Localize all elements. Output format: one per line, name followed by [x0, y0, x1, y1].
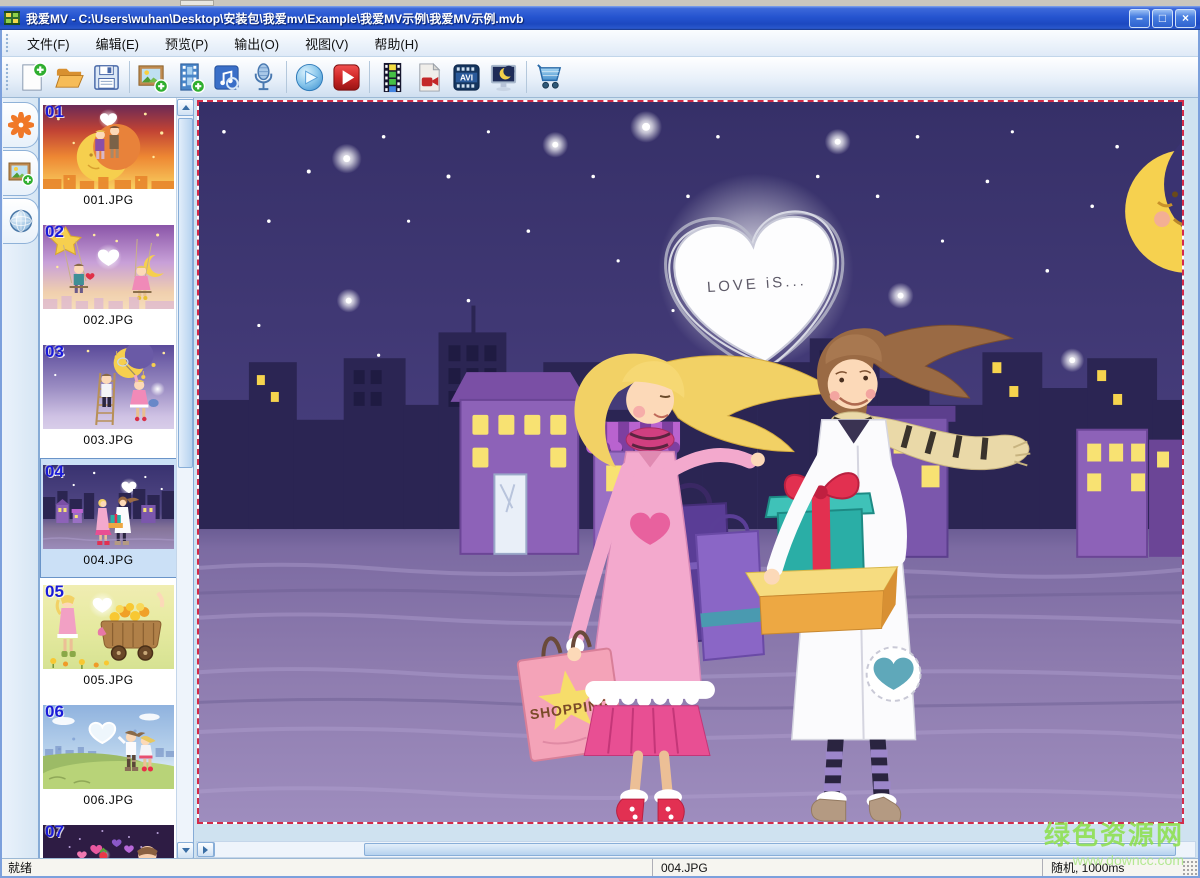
shopping-cart-icon — [534, 62, 565, 93]
thumbnail-scrollbar[interactable] — [176, 98, 193, 860]
new-project-button[interactable] — [14, 59, 51, 96]
toolbar-separator — [286, 61, 287, 93]
app-window: 我爱MV - C:\Users\wuhan\Desktop\安装包\我爱mv\E… — [0, 0, 1200, 878]
status-transition-info: 随机, 1000ms — [1042, 859, 1182, 876]
thumbnail-item-6[interactable]: 06 — [40, 698, 177, 818]
filmstrip-button[interactable] — [374, 59, 411, 96]
thumbnail-filename: 005.JPG — [41, 673, 176, 687]
arrow-down-icon — [182, 848, 190, 853]
toolbar-grip[interactable] — [5, 63, 10, 91]
thumbnail-number: 03 — [45, 342, 64, 362]
open-project-button[interactable] — [51, 59, 88, 96]
avi-label: AVI — [460, 73, 473, 82]
scroll-right-button[interactable] — [197, 842, 214, 857]
menu-edit[interactable]: 编辑(E) — [83, 30, 152, 57]
fullscreen-play-button[interactable] — [328, 59, 365, 96]
avi-icon: AVI — [451, 62, 482, 93]
preview-image-004: LOVE iS... — [199, 102, 1182, 822]
thumbnail-filename: 001.JPG — [41, 193, 176, 207]
thumbnail-filename: 004.JPG — [41, 553, 176, 567]
thumbnail-number: 06 — [45, 702, 64, 722]
window-title: 我爱MV - C:\Users\wuhan\Desktop\安装包\我爱mv\E… — [26, 10, 1129, 27]
new-project-icon — [17, 62, 48, 93]
screensaver-button[interactable] — [485, 59, 522, 96]
sunburst-icon — [8, 112, 34, 138]
microphone-icon — [248, 62, 279, 93]
shop-cart-button[interactable] — [531, 59, 568, 96]
preview-area: LOVE iS... — [194, 98, 1198, 860]
preview-hscrollbar[interactable] — [196, 841, 1196, 858]
app-icon — [4, 10, 20, 26]
arrow-right-icon — [203, 846, 208, 854]
thumbnail-filename: 003.JPG — [41, 433, 176, 447]
toolbar-separator — [526, 61, 527, 93]
play-preview-icon — [294, 62, 325, 93]
titlebar: 我爱MV - C:\Users\wuhan\Desktop\安装包\我爱mv\E… — [0, 6, 1200, 30]
add-music-button[interactable] — [208, 59, 245, 96]
tab-transition-effects[interactable] — [3, 102, 39, 148]
thumbnail-number: 05 — [45, 582, 64, 602]
globe-icon — [8, 208, 34, 234]
play-fullscreen-icon — [331, 62, 362, 93]
close-button[interactable]: × — [1175, 9, 1196, 28]
thumbnail-item-1[interactable]: 01 001.JPG — [40, 98, 177, 218]
scroll-up-button[interactable] — [177, 99, 194, 116]
toolbar-separator — [369, 61, 370, 93]
menu-preview[interactable]: 预览(P) — [152, 30, 221, 57]
thumbnail-filename: 002.JPG — [41, 313, 176, 327]
thumbnail-item-5[interactable]: 05 005.JPG — [40, 578, 177, 698]
add-image-button[interactable] — [134, 59, 171, 96]
thumbnail-number: 01 — [45, 102, 64, 122]
resize-grip[interactable] — [1182, 859, 1198, 876]
thumbnail-number: 04 — [45, 462, 64, 482]
scrollbar-thumb[interactable] — [178, 118, 193, 468]
thumbnail-number: 02 — [45, 222, 64, 242]
maximize-button[interactable]: □ — [1152, 9, 1173, 28]
save-project-button[interactable] — [88, 59, 125, 96]
tab-photo-library[interactable] — [3, 150, 39, 196]
hscrollbar-thumb[interactable] — [364, 843, 1176, 856]
menubar: 文件(F) 编辑(E) 预览(P) 输出(O) 视图(V) 帮助(H) — [2, 30, 1198, 57]
minimize-button[interactable]: – — [1129, 9, 1150, 28]
save-floppy-icon — [91, 62, 122, 93]
menu-output[interactable]: 输出(O) — [221, 30, 292, 57]
thumbnail-item-2[interactable]: 02 002.JPG — [40, 218, 177, 338]
add-image-icon — [137, 62, 168, 93]
menu-file[interactable]: 文件(F) — [14, 30, 83, 57]
side-tabstrip — [2, 98, 40, 860]
export-avi-button[interactable]: AVI — [448, 59, 485, 96]
preview-play-button[interactable] — [291, 59, 328, 96]
status-current-file: 004.JPG — [652, 859, 1042, 876]
toolbar: AVI — [2, 57, 1198, 98]
music-book-icon — [211, 62, 242, 93]
tab-web-globe[interactable] — [3, 198, 39, 244]
record-audio-button[interactable] — [245, 59, 282, 96]
menu-help[interactable]: 帮助(H) — [361, 30, 431, 57]
thumbnail-list: 01 001.JPG — [40, 98, 177, 860]
menubar-grip[interactable] — [5, 33, 10, 53]
menu-view[interactable]: 视图(V) — [292, 30, 361, 57]
toolbar-separator — [129, 61, 130, 93]
screensaver-moon-icon — [488, 62, 519, 93]
main-body: 01 001.JPG — [2, 98, 1198, 860]
export-video-icon — [414, 62, 445, 93]
scroll-down-button[interactable] — [177, 842, 194, 859]
add-video-button[interactable] — [171, 59, 208, 96]
arrow-up-icon — [182, 105, 190, 110]
export-video-button[interactable] — [411, 59, 448, 96]
thumbnail-item-7[interactable]: 07 — [40, 818, 177, 860]
add-video-icon — [174, 62, 205, 93]
statusbar: 就绪 004.JPG 随机, 1000ms — [2, 858, 1198, 876]
filmstrip-icon — [377, 62, 408, 93]
thumbnail-item-3[interactable]: 03 — [40, 338, 177, 458]
thumbnail-panel: 01 001.JPG — [40, 98, 194, 860]
preview-canvas[interactable]: LOVE iS... — [197, 100, 1184, 824]
status-ready: 就绪 — [2, 859, 652, 876]
thumbnail-item-4-selected[interactable]: 04 — [40, 458, 177, 578]
thumbnail-filename: 006.JPG — [41, 793, 176, 807]
photo-add-icon — [8, 160, 34, 186]
open-folder-icon — [54, 62, 85, 93]
thumbnail-number: 07 — [45, 822, 64, 842]
